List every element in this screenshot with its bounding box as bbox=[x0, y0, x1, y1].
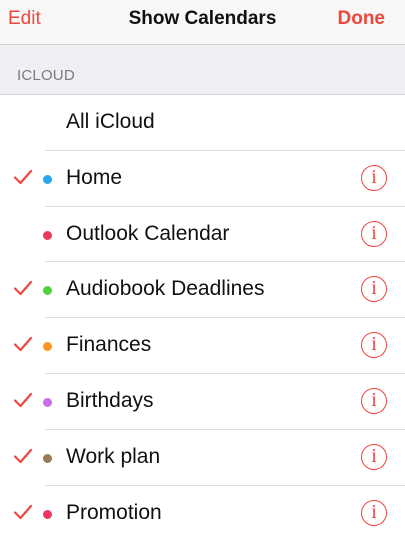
section-header-label: ICLOUD bbox=[17, 67, 75, 84]
calendar-color-dot bbox=[43, 230, 52, 240]
checkmark-icon bbox=[13, 281, 33, 296]
checkmark-icon bbox=[13, 337, 33, 352]
calendar-color-dot bbox=[43, 286, 52, 296]
calendar-row-birthdays[interactable]: Birthdays i bbox=[0, 374, 405, 430]
navigation-bar: Edit Show Calendars Done bbox=[0, 0, 405, 45]
info-icon[interactable]: i bbox=[361, 499, 387, 526]
checkmark-icon bbox=[13, 448, 33, 463]
calendar-color-dot bbox=[43, 342, 52, 352]
calendar-label: Home bbox=[66, 165, 123, 189]
calendar-row-audiobook-deadlines[interactable]: Audiobook Deadlines i bbox=[0, 262, 405, 319]
calendar-row-outlook-calendar[interactable]: Outlook Calendar i bbox=[0, 207, 405, 263]
done-button[interactable]: Done bbox=[338, 8, 386, 30]
calendar-row-home[interactable]: Home i bbox=[0, 151, 405, 207]
checkmark-icon bbox=[13, 504, 33, 519]
section-header-icloud: ICLOUD bbox=[0, 45, 405, 95]
calendar-label: Finances bbox=[66, 333, 152, 357]
calendar-color-dot bbox=[43, 397, 52, 407]
info-icon[interactable]: i bbox=[361, 387, 387, 414]
checkmark-icon bbox=[13, 169, 33, 184]
calendar-color-dot bbox=[43, 174, 52, 184]
calendar-color-dot bbox=[43, 509, 52, 519]
info-icon[interactable]: i bbox=[361, 220, 387, 247]
calendar-label: Promotion bbox=[66, 500, 162, 524]
info-icon[interactable]: i bbox=[361, 443, 387, 470]
calendar-color-dot bbox=[43, 453, 52, 463]
calendar-label: Work plan bbox=[66, 444, 161, 468]
info-icon[interactable]: i bbox=[361, 276, 387, 303]
calendar-label: Birthdays bbox=[66, 388, 154, 412]
calendar-label: Audiobook Deadlines bbox=[66, 277, 265, 301]
calendar-label: All iCloud bbox=[66, 110, 155, 133]
calendar-row-all-icloud[interactable]: All iCloud bbox=[0, 95, 405, 151]
info-icon[interactable]: i bbox=[361, 332, 387, 359]
calendar-label: Outlook Calendar bbox=[66, 221, 230, 245]
calendar-row-finances[interactable]: Finances i bbox=[0, 318, 405, 374]
calendar-list: All iCloud Home i Outlook Calendar i Aud… bbox=[0, 95, 405, 541]
checkmark-icon bbox=[13, 392, 33, 408]
info-icon[interactable]: i bbox=[361, 164, 387, 191]
calendar-row-promotion[interactable]: Promotion i bbox=[0, 486, 405, 541]
calendar-row-work-plan[interactable]: Work plan i bbox=[0, 430, 405, 486]
